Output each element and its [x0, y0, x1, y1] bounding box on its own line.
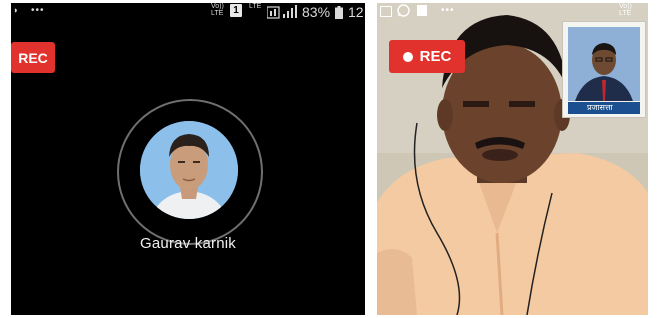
lte-indicator: LTE [249, 3, 262, 10]
volte-indicator: Vo)) LTE [211, 3, 224, 17]
signal-icon [266, 5, 297, 22]
record-button[interactable]: REC [11, 42, 55, 73]
flipboard-icon [417, 5, 427, 16]
status-bar: ••• Vo)) LTE [377, 3, 648, 21]
record-label: REC [419, 48, 452, 65]
record-dot-icon [402, 51, 413, 62]
record-label: REC [18, 49, 48, 66]
caller-name: Gaurav karnik [140, 235, 236, 252]
status-bar: ◗ ••• Vo)) LTE 1 LTE 83% 12 [11, 3, 365, 21]
whatsapp-icon [397, 4, 410, 20]
caller-avatar [140, 121, 238, 219]
sim-number-badge: 1 [230, 4, 242, 17]
more-dots: ••• [441, 5, 455, 16]
video-call-screen: प्रजासत्ता ••• Vo)) LTE REC [377, 3, 648, 315]
portrait-banner-text: प्रजासत्ता [587, 103, 613, 112]
gallery-icon [380, 6, 392, 17]
wall-portrait: प्रजासत्ता [562, 21, 646, 118]
battery-percent: 83% [302, 4, 331, 20]
sim-icon: ◗ [13, 5, 19, 15]
clock: 12 [348, 4, 364, 20]
audio-call-screen: ◗ ••• Vo)) LTE 1 LTE 83% 12 REC Gaurav k… [11, 3, 365, 315]
volte-indicator: Vo)) LTE [619, 3, 632, 17]
record-button[interactable]: REC [389, 40, 465, 73]
more-dots: ••• [31, 5, 45, 16]
battery-icon [335, 6, 343, 22]
